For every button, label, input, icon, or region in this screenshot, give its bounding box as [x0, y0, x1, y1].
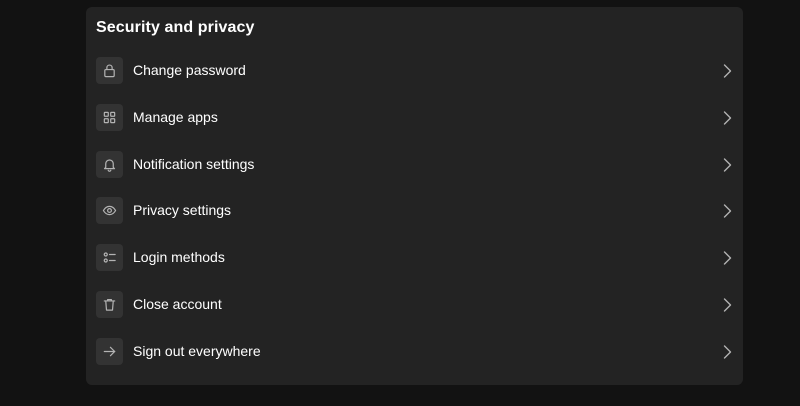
- lock-icon: [96, 57, 123, 84]
- manage-apps-item[interactable]: Manage apps: [86, 95, 743, 142]
- manage-apps-label: Manage apps: [133, 108, 218, 125]
- notification-settings-label: Notification settings: [133, 155, 255, 172]
- chevron-right-icon: [722, 344, 732, 360]
- login-methods-label: Login methods: [133, 249, 225, 266]
- close-account-label: Close account: [133, 295, 222, 312]
- chevron-right-icon: [722, 250, 732, 266]
- sign-out-everywhere-label: Sign out everywhere: [133, 342, 261, 359]
- chevron-right-icon: [722, 63, 732, 79]
- notification-settings-item[interactable]: Notification settings: [86, 142, 743, 189]
- chevron-right-icon: [722, 203, 732, 219]
- grid-icon: [96, 103, 123, 131]
- section-title: Security and privacy: [96, 19, 255, 36]
- list-icon: [96, 244, 123, 272]
- settings-menu-list: Change password Manage apps Notification…: [86, 48, 743, 376]
- trash-icon: [96, 290, 123, 318]
- change-password-item[interactable]: Change password: [86, 48, 743, 95]
- arrow-right-icon: [96, 337, 123, 365]
- chevron-right-icon: [722, 157, 732, 173]
- privacy-settings-label: Privacy settings: [133, 202, 232, 219]
- change-password-label: Change password: [133, 62, 246, 78]
- privacy-settings-item[interactable]: Privacy settings: [86, 188, 743, 235]
- bell-icon: [96, 150, 123, 178]
- eye-icon: [96, 197, 123, 225]
- login-methods-item[interactable]: Login methods: [86, 235, 743, 282]
- chevron-right-icon: [722, 110, 732, 126]
- chevron-right-icon: [722, 297, 732, 313]
- security-privacy-card: Security and privacy Change password Man…: [86, 7, 743, 385]
- close-account-item[interactable]: Close account: [86, 282, 743, 329]
- sign-out-everywhere-item[interactable]: Sign out everywhere: [86, 329, 743, 376]
